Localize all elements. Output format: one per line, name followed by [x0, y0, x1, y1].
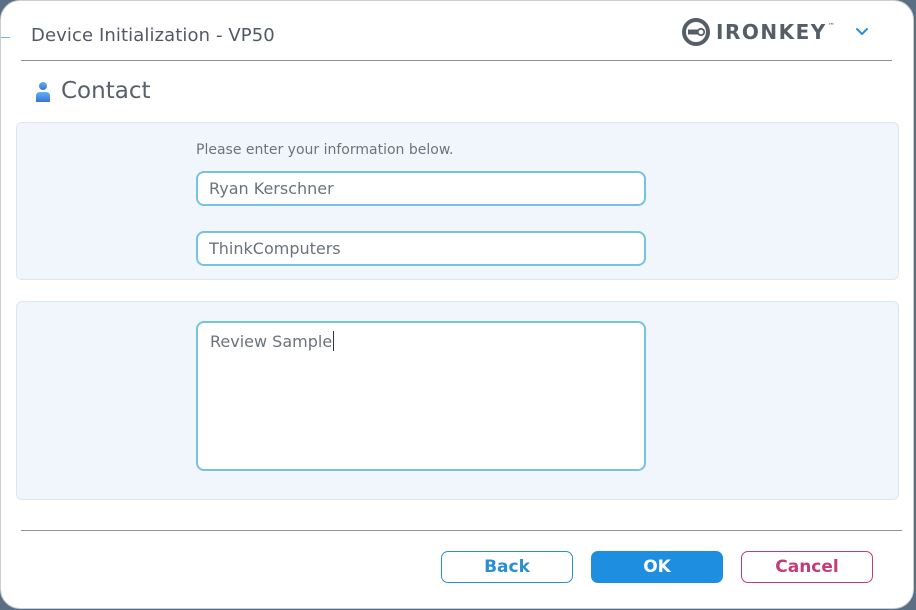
cancel-button[interactable]: Cancel	[741, 551, 873, 583]
name-field[interactable]: Ryan Kerschner	[196, 171, 646, 206]
ironkey-logo-icon	[682, 18, 710, 46]
section-title: Contact	[61, 78, 151, 104]
footer-divider	[21, 530, 902, 531]
window-title: Device Initialization - VP50	[31, 25, 275, 46]
ok-button[interactable]: OK	[591, 551, 723, 583]
company-field[interactable]: ThinkComputers	[196, 231, 646, 266]
person-icon	[36, 82, 50, 102]
header-divider	[21, 60, 892, 61]
back-button[interactable]: Back	[441, 551, 573, 583]
device-initialization-dialog: Device Initialization - VP50 IRONKEY ™ C…	[0, 0, 914, 609]
notes-textarea[interactable]: Review Sample	[196, 321, 646, 471]
instruction-text: Please enter your information below.	[196, 142, 454, 158]
chevron-down-icon[interactable]	[854, 26, 870, 38]
logo-text: IRONKEY	[716, 20, 827, 44]
ironkey-logo: IRONKEY ™	[681, 16, 835, 48]
notes-text: Review Sample	[210, 332, 333, 351]
text-caret	[333, 331, 335, 351]
logo-trademark: ™	[827, 22, 835, 30]
window-edge-accent	[1, 37, 10, 38]
